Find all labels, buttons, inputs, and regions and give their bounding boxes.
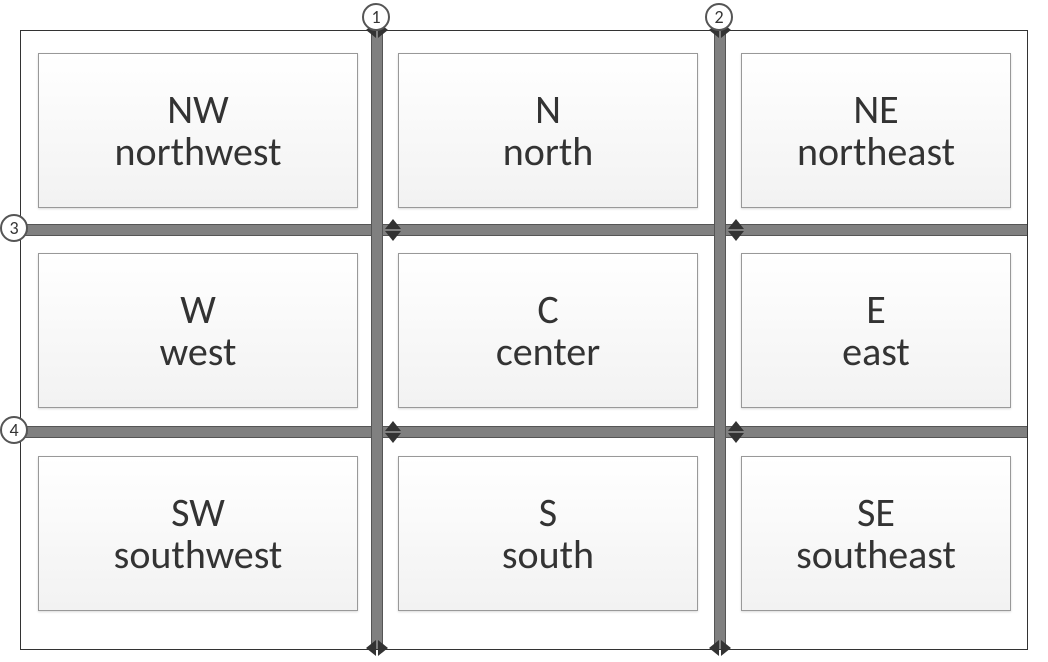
diagram-stage: NW northwest N north NE northeast W west… — [0, 0, 1048, 662]
marker-2: 2 — [705, 3, 733, 31]
cell-nw-full: northwest — [115, 131, 282, 173]
horizontal-splitter-lower-mid[interactable] — [383, 426, 714, 438]
cell-c-full: center — [496, 331, 600, 373]
cell-ne-full: northeast — [797, 131, 955, 173]
cell-se: SE southeast — [741, 456, 1011, 611]
outer-frame: NW northwest N north NE northeast W west… — [20, 30, 1028, 650]
splitter-arrows-icon[interactable] — [728, 218, 746, 242]
cell-n-abbr: N — [535, 89, 561, 131]
horizontal-splitter-upper-mid[interactable] — [383, 224, 714, 236]
cell-e: E east — [741, 253, 1011, 408]
cell-sw: SW southwest — [38, 456, 358, 611]
cell-c-abbr: C — [537, 289, 558, 331]
vertical-splitter-2[interactable] — [714, 31, 726, 649]
marker-4: 4 — [0, 416, 28, 444]
cell-s-full: south — [502, 534, 594, 576]
cell-e-full: east — [842, 331, 910, 373]
horizontal-splitter-3-left[interactable] — [21, 224, 371, 236]
cell-c: C center — [398, 253, 698, 408]
cell-sw-full: southwest — [114, 534, 283, 576]
horizontal-splitter-4-left[interactable] — [21, 426, 371, 438]
cell-w-full: west — [160, 331, 237, 373]
cell-nw-abbr: NW — [167, 89, 228, 131]
cell-e-abbr: E — [866, 289, 886, 331]
cell-n: N north — [398, 53, 698, 208]
horizontal-splitter-upper-right[interactable] — [726, 224, 1027, 236]
cell-w-abbr: W — [180, 289, 216, 331]
cell-n-full: north — [503, 131, 593, 173]
cell-nw: NW northwest — [38, 53, 358, 208]
cell-ne-abbr: NE — [853, 89, 898, 131]
splitter-arrows-icon[interactable] — [708, 640, 732, 658]
marker-3: 3 — [0, 214, 28, 242]
splitter-arrows-icon[interactable] — [385, 420, 403, 444]
cell-sw-abbr: SW — [171, 492, 225, 534]
cell-w: W west — [38, 253, 358, 408]
cell-se-full: southeast — [796, 534, 956, 576]
splitter-arrows-icon[interactable] — [728, 420, 746, 444]
cell-se-abbr: SE — [857, 492, 895, 534]
splitter-arrows-icon[interactable] — [385, 218, 403, 242]
cell-s: S south — [398, 456, 698, 611]
cell-ne: NE northeast — [741, 53, 1011, 208]
cell-s-abbr: S — [539, 492, 557, 534]
horizontal-splitter-lower-right[interactable] — [726, 426, 1027, 438]
marker-1: 1 — [362, 3, 390, 31]
splitter-arrows-icon[interactable] — [365, 640, 389, 658]
vertical-splitter-1[interactable] — [371, 31, 383, 649]
